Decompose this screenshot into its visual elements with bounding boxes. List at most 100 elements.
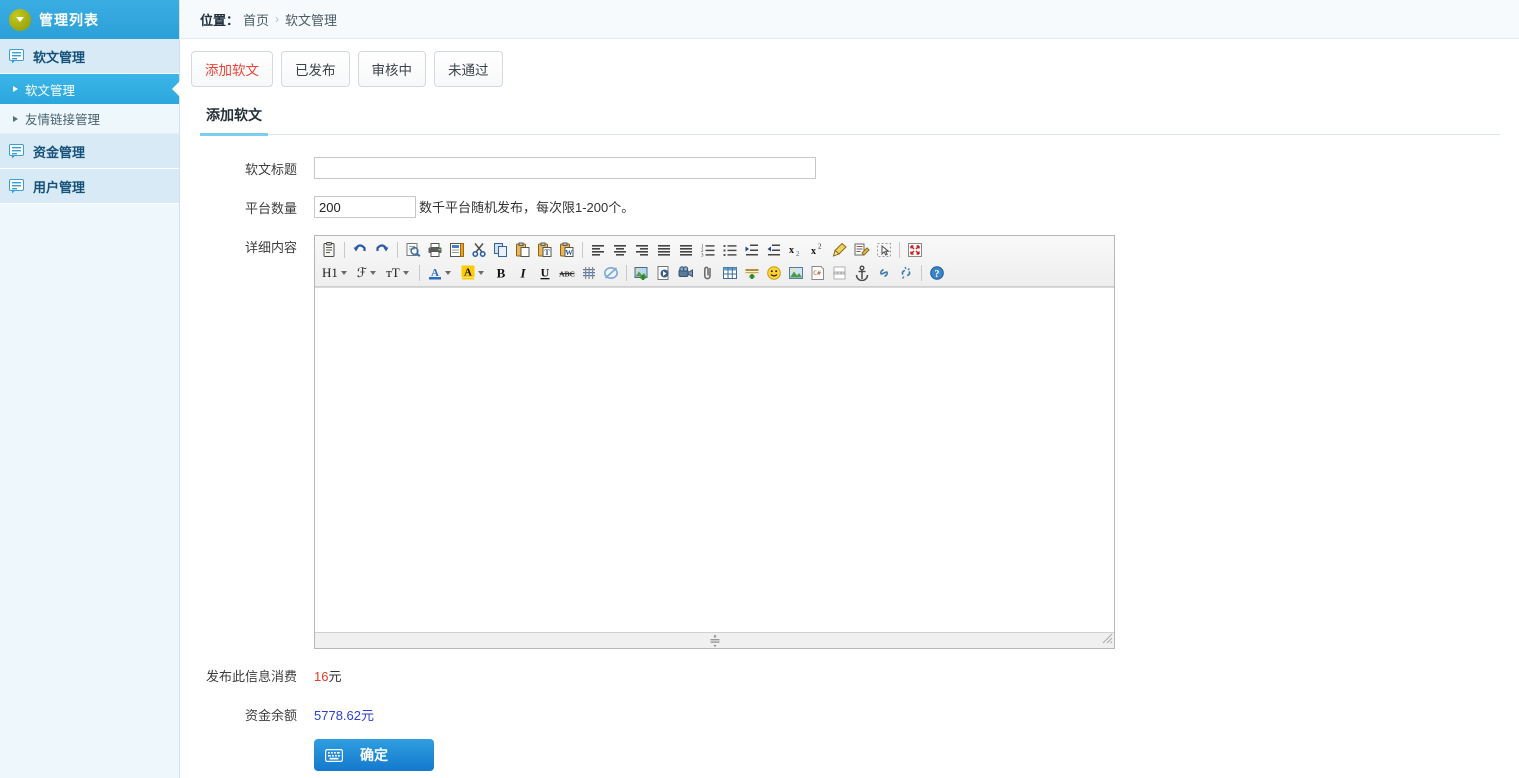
maximize-icon[interactable]: [904, 239, 926, 260]
paste-text-icon[interactable]: T: [534, 239, 556, 260]
superscript-icon[interactable]: x 2: [807, 239, 829, 260]
sidebar-header: 管理列表: [0, 0, 179, 39]
platform-count-label: 平台数量: [181, 196, 314, 220]
svg-text:I: I: [519, 265, 526, 280]
chevron-down-icon: [445, 271, 451, 275]
app-root: 管理列表 软文管理 软文管理 友情链接管理: [0, 0, 1519, 778]
toolbar-separator: [344, 242, 345, 258]
toolbar-separator: [582, 242, 583, 258]
bulleted-list-icon[interactable]: [719, 239, 741, 260]
flash-icon[interactable]: [653, 262, 675, 283]
link-icon[interactable]: [873, 262, 895, 283]
chevron-down-icon: [478, 271, 484, 275]
form-row-content: 详细内容: [181, 235, 1519, 649]
toolbar-separator: [626, 265, 627, 281]
redo-icon[interactable]: [371, 239, 393, 260]
eraser-icon[interactable]: [600, 262, 622, 283]
numbered-list-icon[interactable]: 1 2 3: [697, 239, 719, 260]
show-blocks-icon[interactable]: [578, 262, 600, 283]
align-center-icon[interactable]: [609, 239, 631, 260]
editor-drag-handle-icon[interactable]: [708, 634, 722, 651]
add-article-button[interactable]: 添加软文: [191, 51, 273, 87]
spellcheck-icon[interactable]: [851, 239, 873, 260]
font-size-combo[interactable]: ᴛT: [382, 263, 413, 283]
breadcrumb-home-link[interactable]: 首页: [243, 10, 269, 29]
image-icon[interactable]: [631, 262, 653, 283]
text-color-icon[interactable]: A: [424, 263, 455, 283]
sidebar-group-users[interactable]: 用户管理: [0, 169, 179, 204]
toolbar-separator: [899, 242, 900, 258]
sidebar-group-label: 用户管理: [33, 177, 85, 196]
platform-count-input[interactable]: [314, 196, 416, 218]
chevron-down-icon: [370, 271, 376, 275]
comment-bubble-icon: [9, 144, 25, 159]
balance-unit: 元: [361, 708, 374, 723]
sidebar-item-label: 软文管理: [25, 80, 75, 99]
paste-icon[interactable]: [512, 239, 534, 260]
source-icon[interactable]: [318, 239, 340, 260]
table-icon[interactable]: [719, 262, 741, 283]
help-icon[interactable]: ?: [926, 262, 948, 283]
outdent-icon[interactable]: [763, 239, 785, 260]
align-left-icon[interactable]: [587, 239, 609, 260]
toolbar-separator: [419, 265, 420, 281]
page-background-icon[interactable]: [785, 262, 807, 283]
editor-toolbar: T W: [315, 236, 1114, 287]
print-icon[interactable]: [424, 239, 446, 260]
smiley-icon[interactable]: [763, 262, 785, 283]
video-icon[interactable]: [675, 262, 697, 283]
copy-icon[interactable]: [490, 239, 512, 260]
align-justify-icon[interactable]: [653, 239, 675, 260]
font-family-label: ℱ: [357, 265, 367, 281]
svg-text:T: T: [544, 248, 550, 257]
svg-text:3: 3: [701, 253, 704, 258]
horizontal-rule-icon[interactable]: [741, 262, 763, 283]
article-title-input[interactable]: [314, 157, 816, 179]
indent-icon[interactable]: [741, 239, 763, 260]
form-row-cost: 发布此信息消费 16元: [181, 664, 1519, 688]
align-justify-icon[interactable]: [675, 239, 697, 260]
reviewing-button[interactable]: 审核中: [358, 51, 427, 87]
editor-content-area[interactable]: [315, 287, 1114, 632]
cost-value: 16元: [314, 664, 341, 688]
svg-text:x: x: [811, 246, 816, 257]
remove-format-icon[interactable]: [829, 239, 851, 260]
sidebar-item-soft-article[interactable]: 软文管理: [0, 74, 179, 104]
tab-add-article[interactable]: 添加软文: [200, 105, 268, 136]
svg-text:A: A: [464, 267, 472, 279]
background-color-icon[interactable]: A: [457, 263, 488, 283]
underline-icon[interactable]: U: [534, 262, 556, 283]
page-break-icon[interactable]: [829, 262, 851, 283]
sidebar-group-soft-article[interactable]: 软文管理: [0, 39, 179, 74]
sidebar-group-funds[interactable]: 资金管理: [0, 134, 179, 169]
sidebar-item-friend-links[interactable]: 友情链接管理: [0, 104, 179, 134]
cost-amount: 16: [314, 669, 328, 684]
undo-icon[interactable]: [349, 239, 371, 260]
svg-text:?: ?: [934, 268, 939, 279]
font-family-combo[interactable]: ℱ: [353, 263, 380, 283]
breadcrumb: 位置： 首页 › 软文管理: [181, 0, 1519, 39]
cut-icon[interactable]: [468, 239, 490, 260]
published-button[interactable]: 已发布: [281, 51, 350, 87]
templates-icon[interactable]: [446, 239, 468, 260]
attachment-icon[interactable]: [697, 262, 719, 283]
rejected-button[interactable]: 未通过: [434, 51, 503, 87]
subscript-icon[interactable]: x 2: [785, 239, 807, 260]
paragraph-format-label: H1: [322, 265, 338, 281]
submit-button[interactable]: 确定: [314, 739, 434, 771]
preview-icon[interactable]: [402, 239, 424, 260]
anchor-icon[interactable]: [851, 262, 873, 283]
strikethrough-icon[interactable]: ABC: [556, 262, 578, 283]
svg-text:x: x: [789, 245, 794, 256]
select-all-icon[interactable]: [873, 239, 895, 260]
editor-resize-grip-icon[interactable]: [1101, 632, 1113, 647]
bold-icon[interactable]: B: [490, 262, 512, 283]
italic-icon[interactable]: I: [512, 262, 534, 283]
code-snippet-icon[interactable]: C#: [807, 262, 829, 283]
paste-word-icon[interactable]: W: [556, 239, 578, 260]
align-right-icon[interactable]: [631, 239, 653, 260]
sidebar: 管理列表 软文管理 软文管理 友情链接管理: [0, 0, 180, 778]
chevron-down-icon: [403, 271, 409, 275]
unlink-icon[interactable]: [895, 262, 917, 283]
paragraph-format-combo[interactable]: H1: [318, 263, 351, 283]
